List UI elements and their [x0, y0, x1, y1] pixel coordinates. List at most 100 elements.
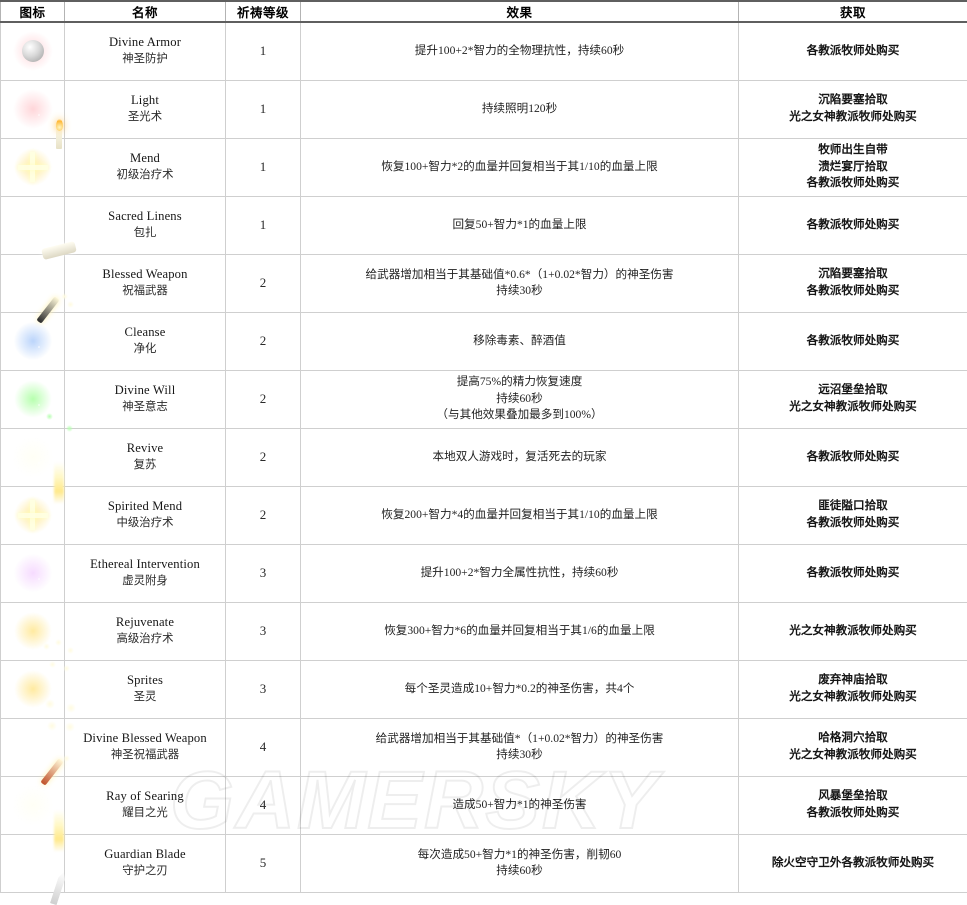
spell-name-en: Ethereal Intervention	[68, 557, 222, 573]
table-row: Divine Will神圣意志2提高75%的精力恢复速度持续60秒（与其他效果叠…	[1, 370, 967, 428]
spell-name-cell: Revive复苏	[65, 428, 226, 486]
spell-name-en: Ray of Searing	[68, 789, 222, 805]
spell-name-cn: 耀目之光	[68, 806, 222, 821]
spell-level-cell: 4	[226, 776, 301, 834]
spell-level-cell: 2	[226, 428, 301, 486]
effect-line: 恢复100+智力*2的血量并回复相当于其1/10的血量上限	[309, 159, 730, 175]
acquire-line: 光之女神教派牧师处购买	[745, 399, 961, 416]
acquire-line: 匪徒隘口拾取	[745, 498, 961, 515]
spell-icon-cell	[1, 428, 65, 486]
spell-acquire-cell: 各教派牧师处购买	[739, 544, 967, 602]
spell-level-cell: 1	[226, 22, 301, 80]
spell-name-cn: 复苏	[68, 458, 222, 473]
spell-icon-cell	[1, 254, 65, 312]
effect-line: 每个圣灵造成10+智力*0.2的神圣伤害，共4个	[309, 681, 730, 697]
effect-line: 移除毒素、醉酒值	[309, 333, 730, 349]
spell-name-cn: 神圣意志	[68, 400, 222, 415]
acquire-line: 各教派牧师处购买	[745, 175, 961, 192]
spell-level-cell: 2	[226, 254, 301, 312]
spell-name-en: Revive	[68, 441, 222, 457]
table-row: Ethereal Intervention虚灵附身 3 提升100+2*智力全属性抗…	[1, 544, 967, 602]
spell-level-cell: 2	[226, 312, 301, 370]
table-row: Spirited Mend中级治疗术2恢复200+智力*4的血量并回复相当于其1…	[1, 486, 967, 544]
spell-acquire-cell: 废弃神庙拾取光之女神教派牧师处购买	[739, 660, 967, 718]
spell-name-cell: Rejuvenate高级治疗术	[65, 602, 226, 660]
spell-name-cell: Guardian Blade守护之刃	[65, 834, 226, 892]
column-header-effect: 效果	[301, 1, 739, 22]
spell-effect-cell: 给武器增加相当于其基础值*0.6*（1+0.02*智力）的神圣伤害持续30秒	[301, 254, 739, 312]
spell-effect-cell: 恢复200+智力*4的血量并回复相当于其1/10的血量上限	[301, 486, 739, 544]
acquire-line: 各教派牧师处购买	[745, 43, 961, 60]
table-row: Blessed Weapon祝福武器2给武器增加相当于其基础值*0.6*（1+0…	[1, 254, 967, 312]
effect-line: 提升100+2*智力的全物理抗性，持续60秒	[309, 43, 730, 59]
spell-name-cn: 包扎	[68, 226, 222, 241]
spell-effect-cell: 每次造成50+智力*1的神圣伤害，削韧60持续60秒	[301, 834, 739, 892]
table-row: Sprites圣灵 3 每个圣灵造成10+智力*0.2的神圣伤害，共4个废弃神庙拾取…	[1, 660, 967, 718]
spell-name-cn: 圣灵	[68, 690, 222, 705]
spell-effect-cell: 移除毒素、醉酒值	[301, 312, 739, 370]
acquire-line: 各教派牧师处购买	[745, 565, 961, 582]
spell-acquire-cell: 远沼堡垒拾取光之女神教派牧师处购买	[739, 370, 967, 428]
acquire-line: 沉陷要塞拾取	[745, 92, 961, 109]
effect-line: 恢复200+智力*4的血量并回复相当于其1/10的血量上限	[309, 507, 730, 523]
spell-effect-cell: 恢复300+智力*6的血量并回复相当于其1/6的血量上限	[301, 602, 739, 660]
prayer-spell-table: 图标 名称 祈祷等级 效果 获取 Divine Armor神圣防护1提升100+…	[0, 0, 967, 893]
spell-acquire-cell: 沉陷要塞拾取光之女神教派牧师处购买	[739, 80, 967, 138]
spell-name-en: Cleanse	[68, 325, 222, 341]
spell-level-cell: 3	[226, 544, 301, 602]
spell-icon-cell	[1, 660, 65, 718]
spell-name-cn: 高级治疗术	[68, 632, 222, 647]
spell-icon-cell	[1, 138, 65, 196]
spell-name-en: Sprites	[68, 673, 222, 689]
table-row: Divine Armor神圣防护1提升100+2*智力的全物理抗性，持续60秒各…	[1, 22, 967, 80]
spell-name-en: Sacred Linens	[68, 209, 222, 225]
spell-icon-cell	[1, 312, 65, 370]
spell-name-en: Light	[68, 93, 222, 109]
table-row: Sacred Linens包扎1回复50+智力*1的血量上限各教派牧师处购买	[1, 196, 967, 254]
spell-icon-cell	[1, 544, 65, 602]
spell-name-en: Rejuvenate	[68, 615, 222, 631]
spell-effect-cell: 持续照明120秒	[301, 80, 739, 138]
acquire-line: 废弃神庙拾取	[745, 672, 961, 689]
spell-icon-cell	[1, 22, 65, 80]
spell-name-cn: 神圣祝福武器	[68, 748, 222, 763]
acquire-line: 各教派牧师处购买	[745, 515, 961, 532]
spell-name-cn: 净化	[68, 342, 222, 357]
acquire-line: 溃烂宴厅拾取	[745, 159, 961, 176]
spell-effect-cell: 造成50+智力*1的神圣伤害	[301, 776, 739, 834]
spell-level-cell: 5	[226, 834, 301, 892]
spell-acquire-cell: 各教派牧师处购买	[739, 428, 967, 486]
spell-acquire-cell: 光之女神教派牧师处购买	[739, 602, 967, 660]
spell-acquire-cell: 哈格洞穴拾取光之女神教派牧师处购买	[739, 718, 967, 776]
spell-name-cell: Blessed Weapon祝福武器	[65, 254, 226, 312]
spell-level-cell: 3	[226, 660, 301, 718]
spell-effect-cell: 回复50+智力*1的血量上限	[301, 196, 739, 254]
effect-line: 持续照明120秒	[309, 101, 730, 117]
spell-acquire-cell: 除火空守卫外各教派牧师处购买	[739, 834, 967, 892]
acquire-line: 各教派牧师处购买	[745, 283, 961, 300]
acquire-line: 哈格洞穴拾取	[745, 730, 961, 747]
effect-line: 每次造成50+智力*1的神圣伤害，削韧60	[309, 847, 730, 863]
effect-line: 给武器增加相当于其基础值*0.6*（1+0.02*智力）的神圣伤害	[309, 267, 730, 283]
spell-level-cell: 1	[226, 138, 301, 196]
spell-acquire-cell: 各教派牧师处购买	[739, 196, 967, 254]
spell-name-cell: Sacred Linens包扎	[65, 196, 226, 254]
acquire-line: 除火空守卫外各教派牧师处购买	[745, 855, 961, 872]
effect-line: （与其他效果叠加最多到100%）	[309, 407, 730, 423]
spell-level-cell: 3	[226, 602, 301, 660]
acquire-line: 远沼堡垒拾取	[745, 382, 961, 399]
spell-table-container: 图标 名称 祈祷等级 效果 获取 Divine Armor神圣防护1提升100+…	[0, 0, 967, 896]
spell-name-en: Guardian Blade	[68, 847, 222, 863]
effect-line: 提升100+2*智力全属性抗性，持续60秒	[309, 565, 730, 581]
spell-effect-cell: 提高75%的精力恢复速度持续60秒（与其他效果叠加最多到100%）	[301, 370, 739, 428]
spell-acquire-cell: 各教派牧师处购买	[739, 22, 967, 80]
spell-icon-cell	[1, 80, 65, 138]
spell-name-cell: Light圣光术	[65, 80, 226, 138]
spell-icon-cell	[1, 776, 65, 834]
spell-name-cn: 虚灵附身	[68, 574, 222, 589]
acquire-line: 光之女神教派牧师处购买	[745, 747, 961, 764]
spell-name-cell: Cleanse净化	[65, 312, 226, 370]
spell-name-cell: Divine Blessed Weapon神圣祝福武器	[65, 718, 226, 776]
spell-effect-cell: 每个圣灵造成10+智力*0.2的神圣伤害，共4个	[301, 660, 739, 718]
spell-name-en: Blessed Weapon	[68, 267, 222, 283]
